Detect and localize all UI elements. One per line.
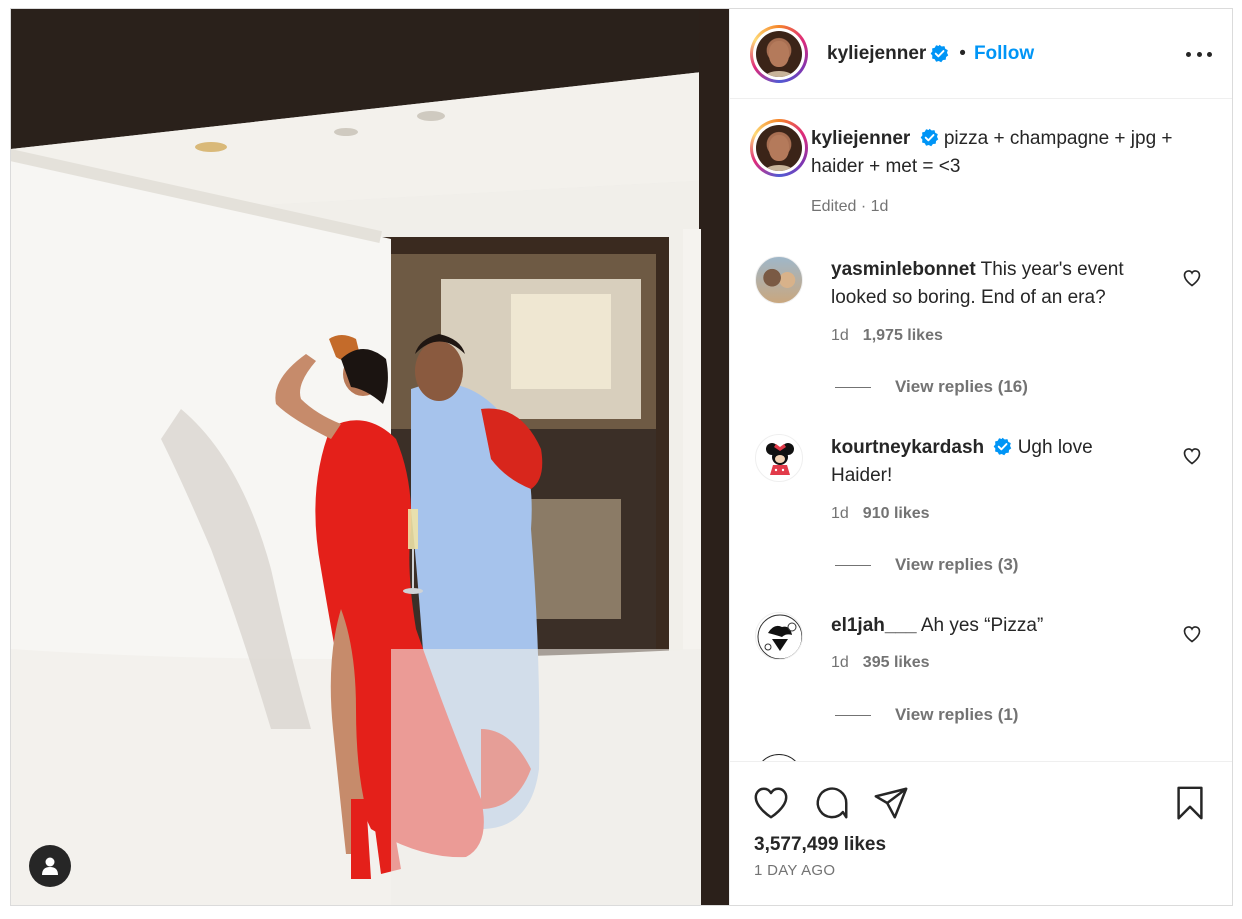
comment-icon[interactable] [813, 784, 851, 822]
comment-likes[interactable]: 395 likes [863, 654, 930, 671]
likes-count[interactable]: 3,577,499 likes [754, 834, 886, 856]
comment-likes[interactable]: 910 likes [863, 505, 930, 522]
post-date[interactable]: 1 DAY AGO [754, 862, 835, 879]
author-avatar[interactable] [750, 24, 808, 83]
author-username[interactable]: kyliejenner [827, 43, 926, 65]
follow-button[interactable]: Follow [974, 43, 1034, 65]
comment-time[interactable]: 1d [831, 327, 849, 344]
caption-username[interactable]: kyliejenner [811, 128, 910, 149]
post-side-panel: kyliejenner • Follow kyliejenner pizza +… [729, 9, 1232, 905]
instagram-post: kyliejenner • Follow kyliejenner pizza +… [10, 8, 1233, 906]
heart-icon[interactable] [1182, 624, 1202, 644]
separator-dot: • [959, 42, 966, 64]
commenter-username[interactable]: yasminlebonnet [831, 259, 976, 280]
comments-section[interactable]: kyliejenner pizza + champagne + jpg + ha… [730, 99, 1232, 761]
heart-icon[interactable] [752, 784, 790, 822]
caption-edited-label: Edited [811, 198, 857, 215]
commenter-username[interactable]: el1jah___ [831, 615, 917, 636]
comment-time[interactable]: 1d [831, 654, 849, 671]
post-header: kyliejenner • Follow [730, 9, 1232, 99]
commenter-avatar[interactable] [755, 256, 803, 304]
comment-text: Ah yes “Pizza” [920, 615, 1044, 636]
next-comment-clipped [755, 754, 803, 761]
commenter-username[interactable]: kourtneykardash [831, 437, 984, 458]
verified-badge-icon [930, 44, 949, 63]
commenter-avatar[interactable] [755, 434, 803, 482]
heart-icon[interactable] [1182, 446, 1202, 466]
paper-plane-icon[interactable] [872, 784, 910, 822]
verified-badge-icon [920, 128, 938, 147]
view-replies-button[interactable]: View replies (16) [835, 377, 1028, 397]
caption-author-avatar[interactable] [750, 119, 808, 177]
comment-likes[interactable]: 1,975 likes [863, 327, 943, 344]
heart-icon[interactable] [1182, 268, 1202, 288]
view-replies-button[interactable]: View replies (1) [835, 705, 1018, 725]
verified-badge-icon [994, 437, 1012, 456]
caption-time[interactable]: 1d [871, 198, 889, 215]
person-icon [42, 857, 58, 875]
view-replies-button[interactable]: View replies (3) [835, 555, 1018, 575]
bookmark-icon[interactable] [1171, 784, 1209, 822]
more-options-icon[interactable] [1186, 47, 1212, 61]
commenter-avatar[interactable] [755, 612, 803, 660]
tagged-users-button[interactable] [29, 845, 71, 887]
post-actions: 3,577,499 likes 1 DAY AGO [730, 761, 1232, 905]
comment-time[interactable]: 1d [831, 505, 849, 522]
post-photo[interactable] [11, 9, 729, 905]
